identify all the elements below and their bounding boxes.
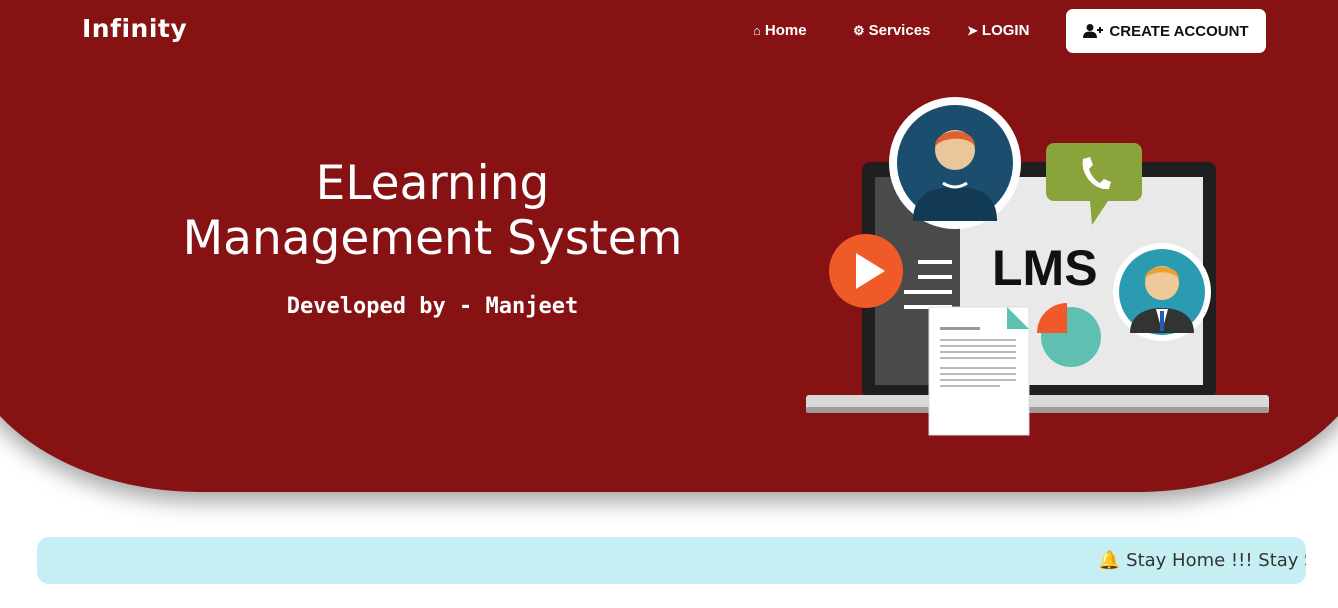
lms-label: LMS (992, 240, 1098, 296)
create-account-button[interactable]: CREATE ACCOUNT (1066, 9, 1266, 53)
ticker-text: Stay Home !!! Stay Safe (1126, 550, 1306, 571)
sign-in-icon: ➤ (967, 22, 978, 38)
nav-login[interactable]: ➤ LOGIN (967, 22, 1029, 39)
nav-login-label: LOGIN (981, 22, 1030, 39)
user-plus-icon (1083, 24, 1104, 38)
page-title: ELearning Management System (182, 156, 683, 266)
nav-home[interactable]: ⌂ Home (753, 22, 807, 39)
brand-logo[interactable]: Infinity (82, 14, 187, 43)
gear-icon: ⚙ (853, 22, 865, 38)
lms-illustration: LMS (806, 97, 1269, 436)
nav-home-label: Home (764, 22, 807, 39)
home-icon: ⌂ (753, 23, 761, 38)
nav-services-label: Services (868, 22, 931, 39)
ticker-message: 🔔 Stay Home !!! Stay Safe (1098, 550, 1306, 571)
announcement-ticker: 🔔 Stay Home !!! Stay Safe (37, 537, 1306, 584)
page-subtitle: Developed by - Manjeet (286, 294, 579, 319)
nav-services[interactable]: ⚙ Services (853, 22, 930, 39)
bell-icon: 🔔 (1098, 550, 1121, 571)
create-account-label: CREATE ACCOUNT (1109, 22, 1249, 40)
